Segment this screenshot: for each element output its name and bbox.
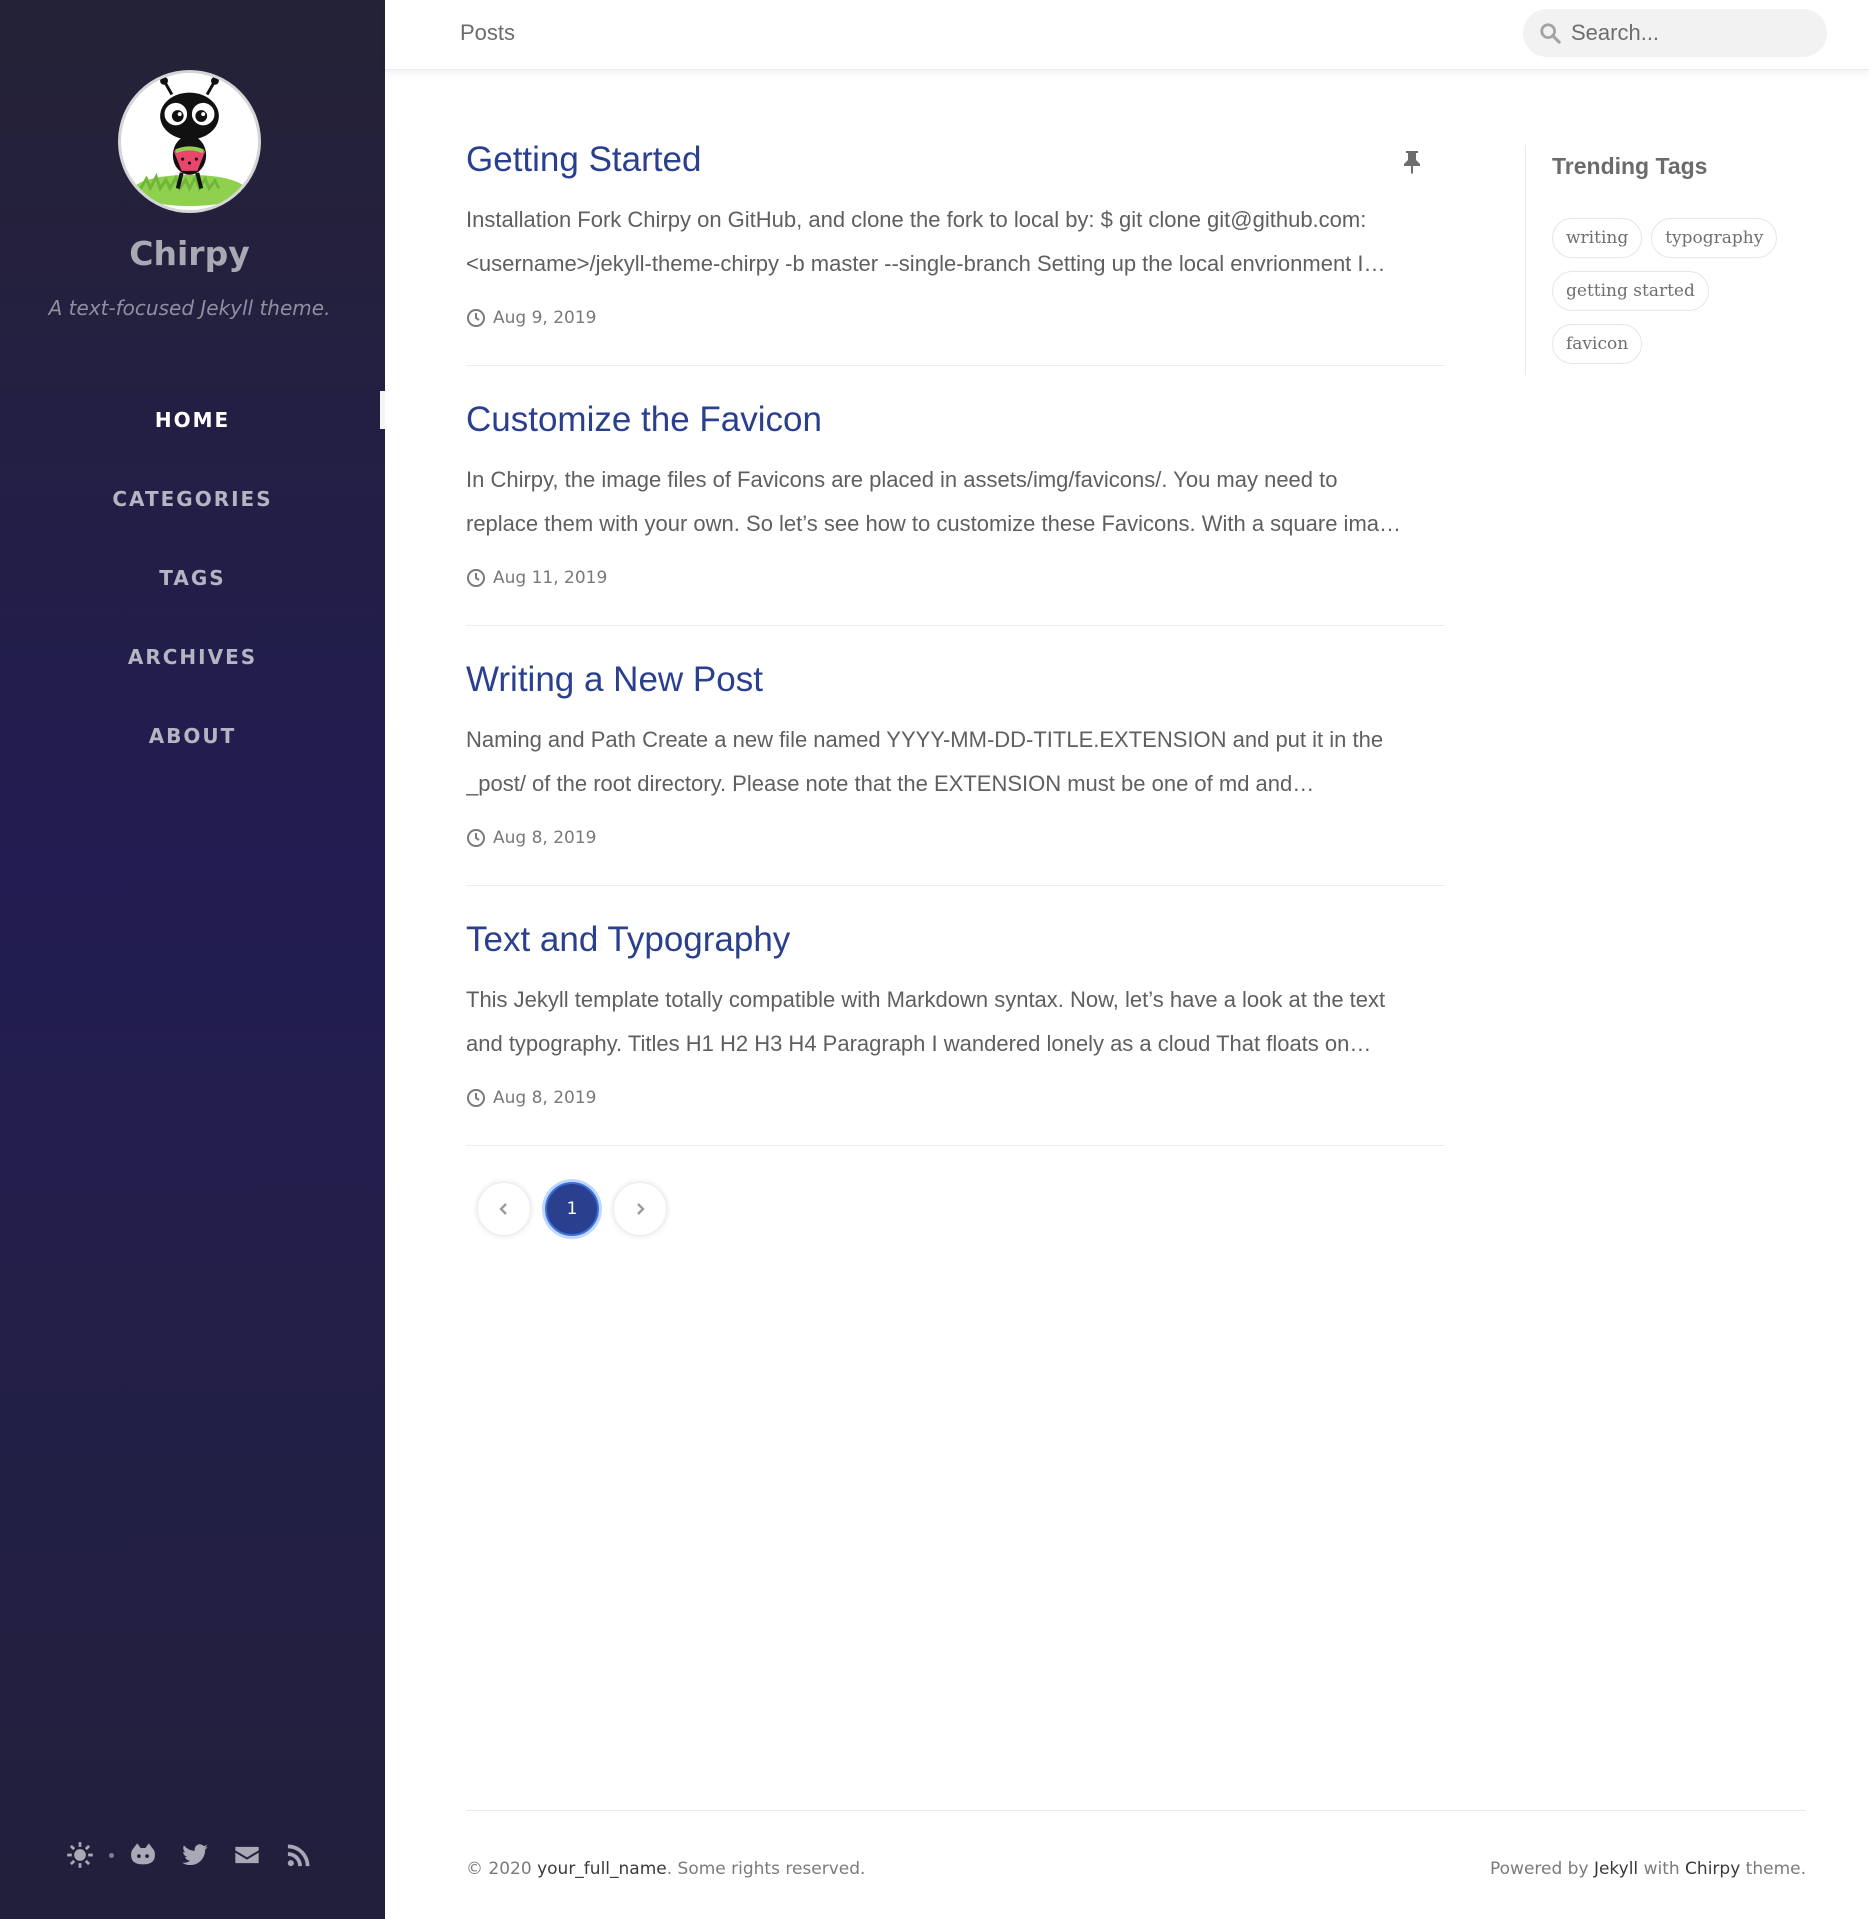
tag-favicon[interactable]: favicon: [1552, 324, 1643, 364]
theme-text: theme.: [1745, 1859, 1806, 1879]
chevron-left-icon: [499, 1203, 507, 1215]
rights-text: . Some rights reserved.: [666, 1859, 866, 1879]
site-subtitle: A text-focused Jekyll theme.: [48, 296, 331, 320]
nav-item-archives[interactable]: ARCHIVES: [0, 617, 385, 696]
nav-item-categories[interactable]: CATEGORIES: [0, 459, 385, 538]
post-excerpt-line: In Chirpy, the image files of Favicons a…: [466, 467, 1338, 492]
post-excerpt: Naming and Path Create a new file named …: [466, 718, 1445, 806]
sidebar-nav: HOME CATEGORIES TAGS ARCHIVES ABOUT: [0, 380, 385, 775]
prev-page-button[interactable]: [477, 1182, 531, 1236]
post-title[interactable]: Getting Started: [466, 140, 701, 180]
post-item: Writing a New Post Naming and Path Creat…: [466, 626, 1445, 886]
post-date: Aug 8, 2019: [466, 828, 597, 848]
separator-dot: [109, 1852, 114, 1858]
tag-list: writing typography getting started favic…: [1552, 218, 1802, 364]
with-text: with: [1643, 1859, 1680, 1879]
clock-icon: [467, 1089, 485, 1107]
search-input[interactable]: [1571, 20, 1811, 46]
post-excerpt: In Chirpy, the image files of Favicons a…: [466, 458, 1445, 546]
jekyll-link[interactable]: Jekyll: [1594, 1859, 1638, 1879]
post-date-text: Aug 8, 2019: [493, 828, 597, 848]
breadcrumb: Posts: [460, 20, 516, 45]
post-date-text: Aug 11, 2019: [493, 568, 608, 588]
search-box[interactable]: [1523, 9, 1827, 57]
post-date-text: Aug 9, 2019: [493, 308, 597, 328]
post-date: Aug 9, 2019: [466, 308, 597, 328]
sidebar: Chirpy A text-focused Jekyll theme. HOME…: [0, 0, 385, 1919]
page-button-current[interactable]: 1: [545, 1182, 599, 1236]
rss-icon[interactable]: [282, 1838, 316, 1872]
nav-item-about[interactable]: ABOUT: [0, 696, 385, 775]
page-footer: © 2020 your_full_name. Some rights reser…: [466, 1810, 1806, 1879]
author-link[interactable]: your_full_name: [537, 1859, 667, 1879]
search-icon: [1540, 23, 1561, 44]
topbar: Posts: [385, 0, 1869, 70]
tag-getting-started[interactable]: getting started: [1552, 271, 1709, 311]
twitter-icon[interactable]: [178, 1838, 212, 1872]
theme-toggle-icon[interactable]: [63, 1838, 97, 1872]
post-excerpt: This Jekyll template totally compatible …: [466, 978, 1445, 1066]
pin-icon: [1401, 150, 1423, 174]
post-excerpt-line: <username>/jekyll-theme-chirpy -b master…: [466, 251, 1386, 276]
clock-icon: [467, 569, 485, 587]
post-excerpt-line: Naming and Path Create a new file named …: [466, 727, 1384, 752]
sidebar-social-links: [0, 1838, 379, 1872]
post-excerpt-line: replace them with your own. So let’s see…: [466, 511, 1402, 536]
ant-mascot-icon: [132, 76, 247, 207]
post-excerpt-line: _post/ of the root directory. Please not…: [466, 771, 1315, 796]
post-excerpt: Installation Fork Chirpy on GitHub, and …: [466, 198, 1445, 286]
chirpy-link[interactable]: Chirpy: [1685, 1859, 1740, 1879]
trending-tags-heading: Trending Tags: [1552, 153, 1708, 179]
chevron-right-icon: [637, 1203, 645, 1215]
post-date-text: Aug 8, 2019: [493, 1088, 597, 1108]
footer-powered-by: Powered by Jekyll with Chirpy theme.: [1490, 1859, 1806, 1879]
post-date: Aug 8, 2019: [466, 1088, 597, 1108]
github-icon[interactable]: [126, 1838, 160, 1872]
clock-icon: [467, 829, 485, 847]
copyright-year: © 2020: [466, 1859, 532, 1879]
post-title[interactable]: Customize the Favicon: [466, 400, 822, 440]
tag-typography[interactable]: typography: [1651, 218, 1778, 258]
post-list: Getting Started Installation Fork Chirpy…: [466, 106, 1445, 1146]
site-title[interactable]: Chirpy: [0, 234, 379, 273]
trending-tags-panel: Trending Tags writing typography getting…: [1525, 145, 1825, 375]
footer-copyright: © 2020 your_full_name. Some rights reser…: [466, 1859, 865, 1879]
post-title[interactable]: Writing a New Post: [466, 660, 763, 700]
nav-item-tags[interactable]: TAGS: [0, 538, 385, 617]
tag-writing[interactable]: writing: [1552, 218, 1643, 258]
post-excerpt-line: and typography. Titles H1 H2 H3 H4 Parag…: [466, 1031, 1372, 1056]
next-page-button[interactable]: [613, 1182, 667, 1236]
post-item: Getting Started Installation Fork Chirpy…: [466, 106, 1445, 366]
email-icon[interactable]: [230, 1838, 264, 1872]
post-excerpt-line: Installation Fork Chirpy on GitHub, and …: [466, 207, 1367, 232]
avatar[interactable]: [118, 70, 261, 213]
clock-icon: [467, 309, 485, 327]
pagination: 1: [477, 1182, 667, 1236]
post-item: Text and Typography This Jekyll template…: [466, 886, 1445, 1146]
post-item: Customize the Favicon In Chirpy, the ima…: [466, 366, 1445, 626]
powered-by-text: Powered by: [1490, 1859, 1589, 1879]
nav-item-home[interactable]: HOME: [0, 380, 385, 459]
post-excerpt-line: This Jekyll template totally compatible …: [466, 987, 1386, 1012]
post-date: Aug 11, 2019: [466, 568, 607, 588]
post-title[interactable]: Text and Typography: [466, 920, 790, 960]
